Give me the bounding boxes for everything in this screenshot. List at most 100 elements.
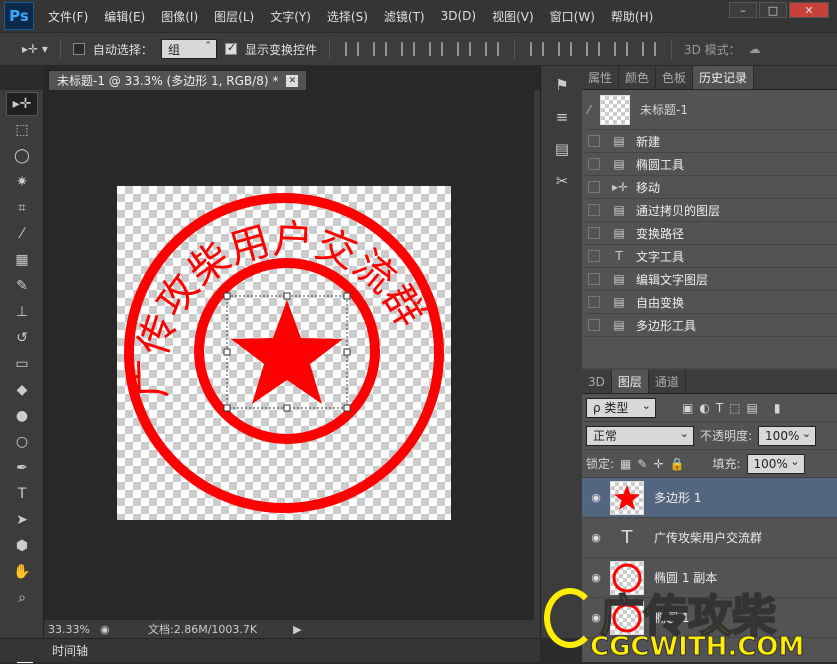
- filter-toggle-icon[interactable]: ▮: [774, 401, 781, 415]
- opacity-field[interactable]: 100%: [758, 425, 817, 446]
- distribute-vcenter-icon[interactable]: [557, 42, 572, 56]
- zoom-level[interactable]: 33.33%: [48, 623, 100, 636]
- distribute-top-icon[interactable]: [529, 42, 544, 56]
- lock-position-icon[interactable]: ✛: [653, 457, 663, 471]
- transform-handle[interactable]: [223, 292, 231, 300]
- history-brush-source-checkbox[interactable]: [588, 319, 600, 331]
- close-button[interactable]: ✕: [789, 2, 829, 18]
- hand-tool-icon[interactable]: ✋: [6, 560, 38, 584]
- eraser-tool-icon[interactable]: ▭: [6, 352, 38, 376]
- tools-settings-icon[interactable]: ✂: [547, 168, 577, 194]
- menu-filter[interactable]: 滤镜(T): [384, 8, 425, 25]
- canvas[interactable]: 广传攻柴用户交流群: [117, 186, 451, 520]
- transform-handle[interactable]: [223, 348, 231, 356]
- brush-presets-icon[interactable]: ≡: [547, 104, 577, 130]
- filter-pixel-icon[interactable]: ▣: [682, 401, 693, 415]
- visibility-eye-icon[interactable]: ◉: [582, 491, 610, 504]
- document-tab[interactable]: 未标题-1 @ 33.3% (多边形 1, RGB/8) * ✕: [48, 70, 308, 90]
- history-state[interactable]: ▤ 椭圆工具: [582, 153, 837, 176]
- history-state[interactable]: ▤ 新建: [582, 130, 837, 153]
- history-state[interactable]: ▤ 变换路径: [582, 222, 837, 245]
- stamp-tool-icon[interactable]: ⊥: [6, 300, 38, 324]
- history-snapshot[interactable]: ⁄ 未标题-1: [582, 90, 837, 130]
- transform-handle[interactable]: [343, 348, 351, 356]
- tab-properties[interactable]: 属性: [582, 66, 620, 89]
- close-document-icon[interactable]: ✕: [286, 74, 299, 87]
- marquee-tool-icon[interactable]: ⬚: [6, 118, 38, 142]
- transform-handle[interactable]: [343, 292, 351, 300]
- brush-tool-icon[interactable]: ✎: [6, 274, 38, 298]
- history-state[interactable]: ▤ 多边形工具: [582, 314, 837, 337]
- distribute-bottom-icon[interactable]: [585, 42, 600, 56]
- eyedropper-tool-icon[interactable]: ⁄: [6, 222, 38, 246]
- auto-select-dropdown[interactable]: 组: [160, 39, 217, 59]
- layer-row[interactable]: ◉ 椭圆 1: [582, 598, 837, 638]
- transform-handle[interactable]: [223, 404, 231, 412]
- type-tool-icon[interactable]: T: [6, 482, 38, 506]
- filter-type-icon[interactable]: T: [716, 401, 723, 415]
- move-tool-preset-icon[interactable]: ▸✛ ▾: [22, 42, 48, 56]
- healing-tool-icon[interactable]: ▦: [6, 248, 38, 272]
- tab-history[interactable]: 历史记录: [693, 66, 755, 89]
- auto-select-checkbox[interactable]: [72, 43, 85, 55]
- paint-bucket-tool-icon[interactable]: ◆: [6, 378, 38, 402]
- menu-3d[interactable]: 3D(D): [441, 9, 476, 23]
- visibility-eye-icon[interactable]: ◉: [582, 531, 610, 544]
- tab-swatches[interactable]: 色板: [656, 66, 694, 89]
- blur-tool-icon[interactable]: ●: [6, 404, 38, 428]
- history-brush-source-checkbox[interactable]: [588, 181, 600, 193]
- lasso-tool-icon[interactable]: ◯: [6, 144, 38, 168]
- magic-wand-tool-icon[interactable]: ✷: [6, 170, 38, 194]
- history-brush-source-checkbox[interactable]: [588, 296, 600, 308]
- history-brush-tool-icon[interactable]: ↺: [6, 326, 38, 350]
- shape-tool-icon[interactable]: ⬢: [6, 534, 38, 558]
- layer-name[interactable]: 多边形 1: [654, 489, 701, 506]
- layer-row[interactable]: ◉ 椭圆 1 副本: [582, 558, 837, 598]
- history-brush-source-checkbox[interactable]: [588, 135, 600, 147]
- maximize-button[interactable]: □: [759, 2, 787, 18]
- crop-tool-icon[interactable]: ⌗: [6, 196, 38, 220]
- align-right-icon[interactable]: [484, 42, 499, 56]
- share-icon[interactable]: ◉: [100, 623, 120, 636]
- history-brush-source-checkbox[interactable]: [588, 250, 600, 262]
- visibility-eye-icon[interactable]: ◉: [582, 611, 610, 624]
- align-left-icon[interactable]: [428, 42, 443, 56]
- tab-3d[interactable]: 3D: [582, 370, 612, 393]
- star-shape[interactable]: [231, 300, 343, 404]
- canvas-viewport[interactable]: 广传攻柴用户交流群: [44, 90, 540, 620]
- align-bottom-icon[interactable]: [400, 42, 415, 56]
- tool-presets-icon[interactable]: ⚑: [547, 72, 577, 98]
- zoom-tool-icon[interactable]: ⌕: [6, 586, 38, 610]
- align-top-icon[interactable]: [344, 42, 359, 56]
- menu-edit[interactable]: 编辑(E): [104, 8, 145, 25]
- filter-shape-icon[interactable]: ⬚: [729, 401, 740, 415]
- fill-field[interactable]: 100%: [746, 453, 805, 474]
- transform-handle[interactable]: [283, 404, 291, 412]
- 3d-orbit-icon[interactable]: ☁: [749, 42, 761, 56]
- history-state[interactable]: ▤ 编辑文字图层: [582, 268, 837, 291]
- history-state[interactable]: ▤ 通过拷贝的图层: [582, 199, 837, 222]
- lock-pixels-icon[interactable]: ✎: [637, 457, 647, 471]
- history-state[interactable]: ▸✛ 移动: [582, 176, 837, 199]
- menu-layer[interactable]: 图层(L): [214, 8, 254, 25]
- transform-handle[interactable]: [343, 404, 351, 412]
- filter-smart-object-icon[interactable]: ▤: [747, 401, 758, 415]
- minimize-button[interactable]: –: [729, 2, 757, 18]
- layer-name[interactable]: 广传攻柴用户交流群: [654, 529, 762, 546]
- history-brush-source-checkbox[interactable]: [588, 227, 600, 239]
- menu-image[interactable]: 图像(I): [161, 8, 198, 25]
- layer-name[interactable]: 椭圆 1: [654, 609, 689, 626]
- move-tool-icon[interactable]: ▸✛: [6, 92, 38, 116]
- actions-icon[interactable]: ▤: [547, 136, 577, 162]
- visibility-eye-icon[interactable]: ◉: [582, 571, 610, 584]
- lock-all-icon[interactable]: 🔒: [670, 457, 685, 471]
- history-brush-source-checkbox[interactable]: [588, 273, 600, 285]
- pen-tool-icon[interactable]: ✒: [6, 456, 38, 480]
- transform-handle[interactable]: [283, 292, 291, 300]
- layer-row[interactable]: ◉ 多边形 1: [582, 478, 837, 518]
- history-brush-source-checkbox[interactable]: [588, 158, 600, 170]
- history-brush-source-icon[interactable]: ⁄: [588, 103, 590, 117]
- align-hcenter-icon[interactable]: [456, 42, 471, 56]
- menu-help[interactable]: 帮助(H): [611, 8, 653, 25]
- filter-adjustment-icon[interactable]: ◐: [699, 401, 709, 415]
